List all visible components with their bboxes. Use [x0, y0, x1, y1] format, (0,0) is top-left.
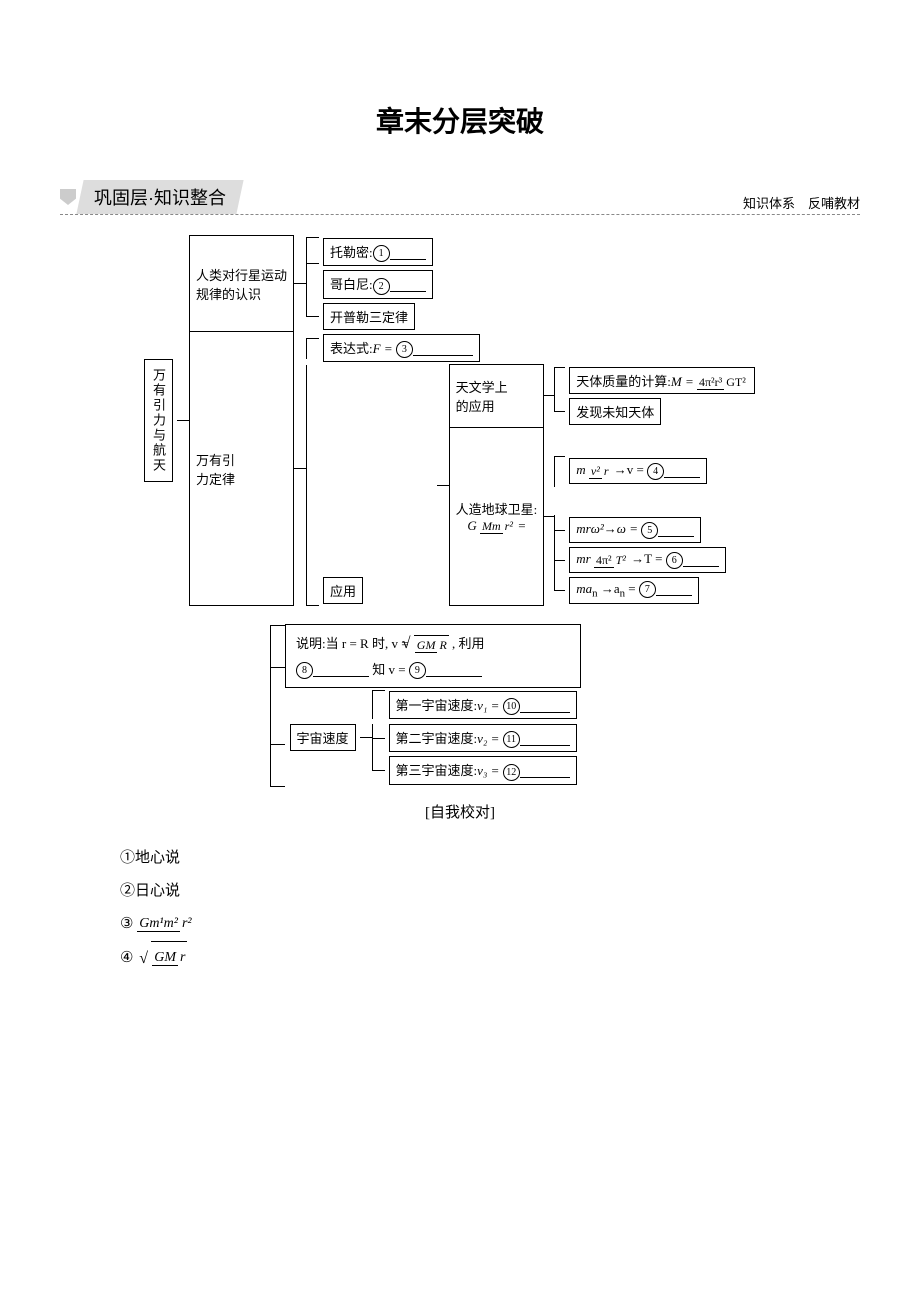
answer-3: ③ Gm¹m²r² — [120, 908, 860, 941]
mass-calc-item: 天体质量的计算:M = 4π²r³GT² — [569, 367, 755, 395]
ptolemy-item: 托勒密:1 — [323, 238, 433, 267]
answers-section: ①地心说 ②日心说 ③ Gm¹m²r² ④ GMr — [60, 842, 860, 975]
eq-v-item: m v²r →v = 4 — [569, 458, 707, 484]
root-node: 万有引力与航天 — [144, 359, 173, 482]
answer-2: ②日心说 — [120, 875, 860, 908]
section-right-text: 知识体系 反哺教材 — [743, 193, 860, 212]
answer-4: ④ GMr — [120, 941, 860, 975]
page-title: 章末分层突破 — [60, 100, 860, 140]
answer-1: ①地心说 — [120, 842, 860, 875]
sqrt-icon: GMR — [412, 635, 449, 653]
eq-t-item: mr 4π²T² →T = 6 — [569, 547, 725, 573]
gravity-law-node: 万有引 力定律 — [190, 332, 294, 606]
self-check-label: [自我校对] — [60, 801, 860, 822]
eq-omega-item: mrω²→ω = 5 — [569, 517, 701, 543]
sqrt-icon: GMr — [149, 941, 187, 975]
eq-an-item: man →an = 7 — [569, 577, 699, 604]
section-label: 巩固层·知识整合 — [76, 180, 243, 214]
arrow-down-icon — [60, 189, 76, 205]
kepler-item: 开普勒三定律 — [323, 303, 415, 330]
discover-item: 发现未知天体 — [569, 398, 661, 425]
astronomy-node: 天文学上 的应用 — [449, 365, 544, 428]
cosmic-v1-item: 第一宇宙速度:v₁ = 10 — [389, 691, 577, 720]
copernicus-item: 哥白尼:2 — [323, 270, 433, 299]
application-node: 应用 — [323, 577, 363, 604]
note-box: 说明:当 r = R 时, v = GMR , 利用 8 知 v = 9 — [286, 625, 581, 688]
document-page: 章末分层突破 巩固层·知识整合 知识体系 反哺教材 万有引力与航天 人类对行星运… — [0, 0, 920, 1015]
knowledge-diagram: 万有引力与航天 人类对行星运动 规律的认识 托勒密:1 哥白尼:2 开普勒三定律 — [140, 235, 780, 787]
expression-item: 表达式:F = 3 — [323, 334, 480, 363]
satellite-node: 人造地球卫星: G Mmr² = — [449, 427, 544, 605]
branch-history-node: 人类对行星运动 规律的认识 — [190, 236, 294, 332]
cosmic-node: 宇宙速度 — [290, 724, 356, 751]
cosmic-v3-item: 第三宇宙速度:v₃ = 12 — [389, 756, 577, 785]
cosmic-v2-item: 第二宇宙速度:v₂ = 11 — [389, 724, 577, 753]
section-header: 巩固层·知识整合 知识体系 反哺教材 — [60, 180, 860, 215]
